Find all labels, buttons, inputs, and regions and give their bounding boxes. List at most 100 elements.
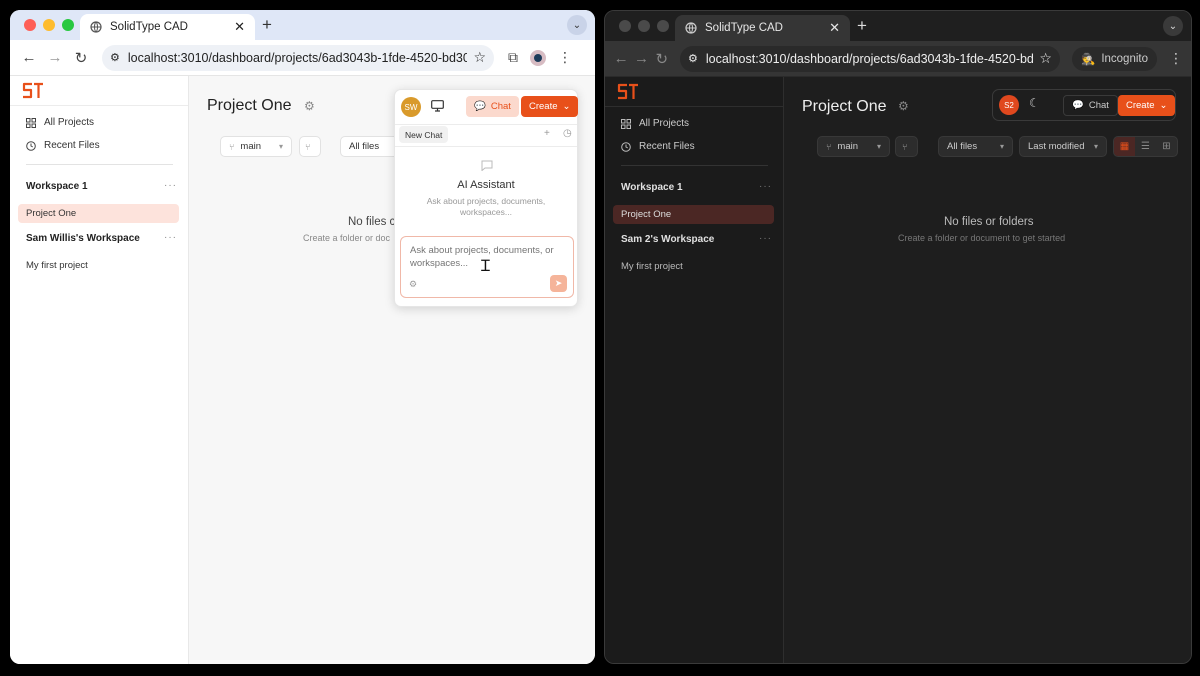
solidtype-logo[interactable] bbox=[22, 82, 44, 100]
create-label: Create bbox=[529, 101, 558, 112]
browser-menu-icon[interactable]: ⋮ bbox=[1169, 50, 1183, 67]
forward-button[interactable]: → bbox=[633, 48, 649, 70]
maximize-window-button[interactable] bbox=[657, 20, 669, 32]
nav-recent-files[interactable]: Recent Files bbox=[26, 140, 100, 151]
chat-button[interactable]: 💬 Chat bbox=[1063, 95, 1118, 116]
back-button[interactable]: ← bbox=[18, 47, 40, 69]
maximize-window-button[interactable] bbox=[62, 19, 74, 31]
settings-gear-icon[interactable]: ⚙ bbox=[409, 279, 417, 290]
filter-label: All files bbox=[947, 141, 978, 152]
branch-select[interactable]: ⑂ main ▾ bbox=[817, 136, 890, 157]
forward-button[interactable]: → bbox=[44, 47, 66, 69]
browser-window-light: SolidType CAD ✕ + ⌄ ← → ↻ ⚙ localhost:30… bbox=[10, 10, 595, 664]
workspace-more-icon[interactable]: ··· bbox=[164, 232, 177, 243]
chevron-down-icon: ⌄ bbox=[1159, 100, 1168, 111]
grid-icon bbox=[621, 118, 631, 129]
address-bar[interactable]: ⚙ localhost:3010/dashboard/projects/6ad3… bbox=[102, 44, 494, 71]
chevron-down-icon: ▾ bbox=[999, 142, 1004, 151]
close-window-button[interactable] bbox=[24, 19, 36, 31]
globe-icon bbox=[90, 21, 102, 33]
tab-strip: SolidType CAD ✕ + ⌄ bbox=[10, 10, 595, 40]
incognito-icon: 🕵 bbox=[1080, 53, 1096, 66]
new-tab-button[interactable]: + bbox=[262, 15, 272, 35]
chevron-down-icon: ▾ bbox=[278, 142, 283, 151]
bookmark-star-icon[interactable]: ☆ bbox=[473, 49, 486, 66]
clock-icon bbox=[26, 140, 36, 151]
new-chat-tab[interactable]: New Chat bbox=[399, 126, 449, 143]
site-info-icon[interactable]: ⚙ bbox=[688, 52, 698, 65]
browser-tab[interactable]: SolidType CAD ✕ bbox=[80, 14, 255, 40]
empty-state-title: No files c bbox=[348, 216, 396, 228]
nav-recent-files[interactable]: Recent Files bbox=[621, 141, 695, 152]
chat-button[interactable]: 💬 Chat bbox=[466, 96, 519, 117]
panel-header: SW 💬 Chat Create ⌄ bbox=[395, 90, 579, 124]
browser-menu-icon[interactable]: ⋮ bbox=[558, 49, 572, 66]
file-filter-select[interactable]: All files ▾ bbox=[938, 136, 1013, 157]
create-button[interactable]: Create ⌄ bbox=[1118, 95, 1176, 116]
create-label: Create bbox=[1126, 100, 1155, 111]
file-filter-select[interactable]: All files bbox=[340, 136, 400, 157]
incognito-badge[interactable]: 🕵 Incognito bbox=[1071, 46, 1157, 71]
address-bar[interactable]: ⚙ localhost:3010/dashboard/projects/6ad3… bbox=[679, 45, 1060, 72]
url-text: localhost:3010/dashboard/projects/6ad304… bbox=[127, 50, 468, 65]
ai-chat-panel: SW 💬 Chat Create ⌄ New Chat + ◷ AI Assis… bbox=[394, 89, 579, 307]
minimize-window-button[interactable] bbox=[638, 20, 650, 32]
profile-avatar[interactable] bbox=[530, 49, 546, 66]
user-avatar[interactable]: S2 bbox=[999, 95, 1019, 115]
branch-select[interactable]: ⑂ main ▾ bbox=[220, 136, 292, 157]
tab-search-button[interactable]: ⌄ bbox=[567, 15, 587, 35]
nav-label: Recent Files bbox=[639, 141, 695, 152]
sort-select[interactable]: Last modified ▾ bbox=[1019, 136, 1107, 157]
grid-view-icon[interactable]: ▦ bbox=[1114, 137, 1135, 156]
workspace-title: Sam 2's Workspace bbox=[621, 234, 715, 245]
close-tab-icon[interactable]: ✕ bbox=[234, 19, 245, 35]
branch-action-button[interactable]: ⑂ bbox=[895, 136, 918, 157]
list-view-icon[interactable]: ☰ bbox=[1135, 137, 1156, 156]
reload-button[interactable]: ↻ bbox=[70, 47, 92, 69]
workspace-more-icon[interactable]: ··· bbox=[759, 181, 772, 192]
chevron-down-icon: ▾ bbox=[1093, 142, 1098, 151]
sidebar: All Projects Recent Files Workspace 1 ··… bbox=[10, 76, 189, 664]
filter-label: All files bbox=[349, 141, 380, 152]
page-title: Project One bbox=[802, 98, 887, 115]
table-view-icon[interactable]: ⊞ bbox=[1156, 137, 1177, 156]
workspace-more-icon[interactable]: ··· bbox=[164, 180, 177, 191]
browser-window-dark: SolidType CAD ✕ + ⌄ ← → ↻ ⚙ localhost:30… bbox=[604, 10, 1192, 664]
close-window-button[interactable] bbox=[619, 20, 631, 32]
new-tab-button[interactable]: + bbox=[857, 16, 867, 36]
empty-state-title: No files or folders bbox=[944, 216, 1034, 228]
send-button[interactable]: ➤ bbox=[550, 275, 567, 292]
project-settings-icon[interactable]: ⚙ bbox=[898, 99, 909, 113]
minimize-window-button[interactable] bbox=[43, 19, 55, 31]
project-item[interactable]: Project One bbox=[613, 205, 774, 224]
create-button[interactable]: Create ⌄ bbox=[521, 96, 579, 117]
site-info-icon[interactable]: ⚙ bbox=[110, 51, 120, 64]
back-button[interactable]: ← bbox=[613, 48, 629, 70]
bookmark-star-icon[interactable]: ☆ bbox=[1039, 50, 1052, 67]
reload-button[interactable]: ↻ bbox=[654, 48, 670, 70]
solidtype-logo[interactable] bbox=[617, 83, 639, 101]
chat-label: Chat bbox=[490, 101, 511, 112]
project-item[interactable]: Project One bbox=[18, 204, 179, 223]
workspace-more-icon[interactable]: ··· bbox=[759, 233, 772, 244]
user-avatar[interactable]: SW bbox=[401, 97, 421, 117]
browser-tab[interactable]: SolidType CAD ✕ bbox=[675, 15, 850, 41]
branch-merge-icon: ⑂ bbox=[305, 141, 311, 152]
nav-label: All Projects bbox=[44, 117, 95, 128]
dark-mode-moon-icon[interactable]: ☾ bbox=[1029, 96, 1040, 110]
history-icon[interactable]: ◷ bbox=[563, 128, 572, 139]
nav-all-projects[interactable]: All Projects bbox=[26, 117, 94, 128]
project-item[interactable]: My first project bbox=[613, 257, 774, 276]
close-tab-icon[interactable]: ✕ bbox=[829, 20, 840, 36]
monitor-icon[interactable] bbox=[431, 100, 444, 112]
page-title: Project One bbox=[207, 97, 292, 114]
project-settings-icon[interactable]: ⚙ bbox=[304, 99, 315, 113]
branch-action-button[interactable]: ⑂ bbox=[299, 136, 321, 157]
new-chat-plus-icon[interactable]: + bbox=[544, 128, 550, 139]
nav-all-projects[interactable]: All Projects bbox=[621, 118, 689, 129]
extensions-icon[interactable]: ⧉ bbox=[508, 49, 518, 66]
tab-search-button[interactable]: ⌄ bbox=[1163, 16, 1183, 36]
branch-icon: ⑂ bbox=[826, 141, 832, 152]
project-item[interactable]: My first project bbox=[18, 256, 179, 275]
text-cursor-icon: Ɪ bbox=[481, 256, 490, 275]
